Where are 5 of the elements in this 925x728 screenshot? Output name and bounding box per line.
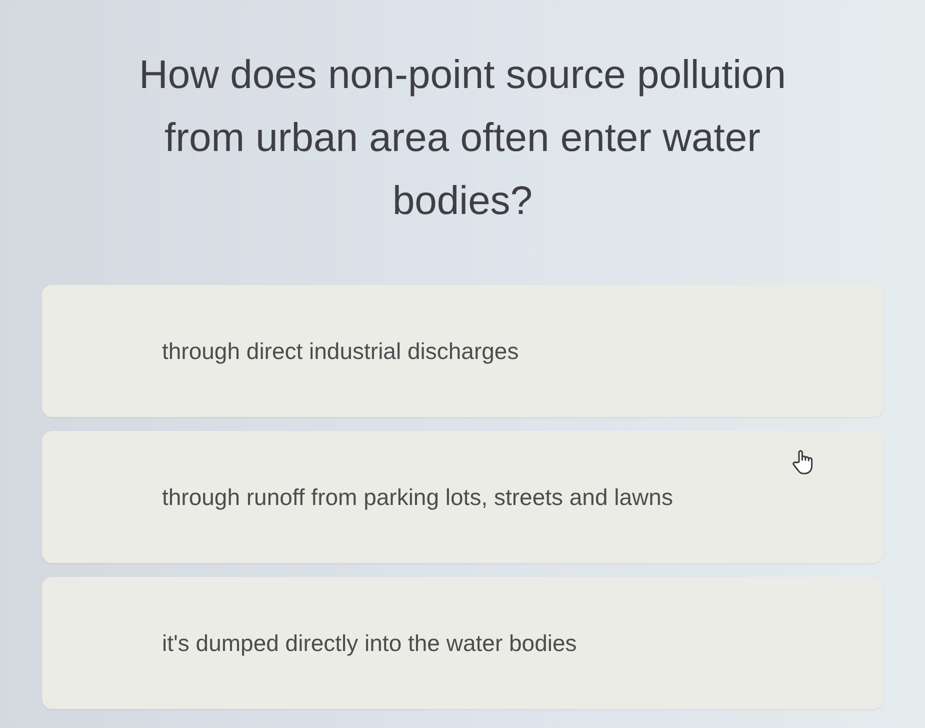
hand-cursor-icon <box>792 449 814 475</box>
answer-option[interactable]: through direct industrial discharges <box>42 285 883 417</box>
answer-option[interactable]: through runoff from parking lots, streets and lawns <box>42 431 883 563</box>
answer-option[interactable]: it's dumped directly into the water bodies <box>42 577 883 709</box>
question-text: How does non-point source pollution from urban area often enter water bodies? <box>138 52 788 225</box>
